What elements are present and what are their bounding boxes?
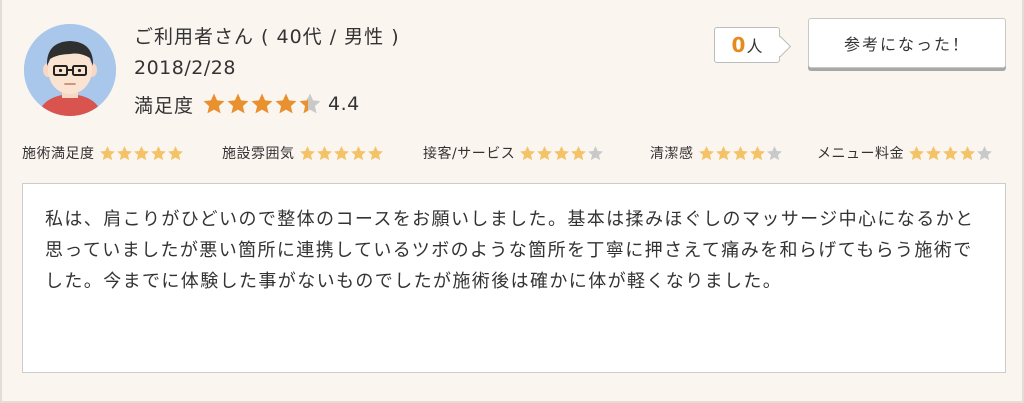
- star-icon: [749, 145, 765, 160]
- star-icon: [367, 145, 383, 160]
- star-icon: [251, 93, 273, 114]
- user-avatar-icon: [24, 24, 116, 116]
- category-star-rating: [519, 145, 604, 162]
- star-icon: [943, 145, 958, 160]
- category-label: メニュー料金: [817, 146, 904, 162]
- star-icon: [99, 145, 115, 160]
- category-label: 清潔感: [650, 146, 694, 162]
- helpful-count-bubble: 0 人: [714, 27, 780, 63]
- star-icon: [571, 145, 587, 160]
- overall-star-rating: [202, 92, 322, 116]
- helpful-count-unit: 人: [746, 37, 763, 56]
- review-comment-box: 私は、肩こりがひどいので整体のコースをお願いしました。基本は揉みほぐしのマッサー…: [22, 183, 1006, 373]
- star-icon: [977, 145, 992, 160]
- satisfaction-label: 満足度: [134, 94, 195, 117]
- star-icon: [167, 145, 183, 160]
- star-icon: [715, 145, 731, 160]
- category-menu-price: メニュー料金: [817, 141, 993, 165]
- category-label: 施術満足度: [22, 146, 95, 162]
- star-icon: [227, 93, 249, 114]
- category-treatment-satisfaction: 施術満足度: [22, 141, 184, 165]
- star-icon: [299, 145, 315, 160]
- category-label: 施設雰囲気: [222, 146, 295, 162]
- star-icon: [116, 145, 132, 160]
- category-star-rating: [908, 145, 993, 162]
- category-ratings: 施術満足度 施設雰囲気 接客/サービス 清潔感 メニュー料金: [22, 141, 1012, 165]
- star-icon: [133, 145, 149, 160]
- star-icon: [299, 93, 321, 114]
- star-icon: [909, 145, 924, 160]
- category-star-rating: [99, 145, 184, 162]
- star-icon: [732, 145, 748, 160]
- star-icon: [333, 145, 349, 160]
- category-cleanliness: 清潔感: [650, 141, 783, 165]
- star-icon: [537, 145, 553, 160]
- category-facility-atmosphere: 施設雰囲気: [222, 141, 384, 165]
- star-icon: [698, 145, 714, 160]
- star-icon: [588, 145, 604, 160]
- reviewer-name: ご利用者さん ( 40代 / 男性 ): [134, 26, 400, 48]
- star-icon: [766, 145, 782, 160]
- star-icon: [554, 145, 570, 160]
- star-icon: [316, 145, 332, 160]
- overall-satisfaction: 満足度 4.4: [134, 91, 360, 117]
- star-icon: [350, 145, 366, 160]
- review-date: 2018/2/28: [134, 57, 236, 79]
- category-star-rating: [698, 145, 783, 162]
- category-customer-service: 接客/サービス: [423, 141, 604, 165]
- category-star-rating: [299, 145, 384, 162]
- satisfaction-score: 4.4: [328, 93, 360, 115]
- star-icon: [150, 145, 166, 160]
- star-icon: [926, 145, 941, 160]
- category-label: 接客/サービス: [423, 146, 516, 162]
- star-icon: [203, 93, 225, 114]
- star-icon: [275, 93, 297, 114]
- star-icon: [520, 145, 536, 160]
- star-icon: [960, 145, 975, 160]
- helpful-button[interactable]: 参考になった！: [808, 18, 1006, 68]
- review-card: ご利用者さん ( 40代 / 男性 ) 2018/2/28 満足度 4.4 0 …: [0, 0, 1024, 403]
- helpful-count-number: 0: [731, 33, 746, 57]
- review-comment-text: 私は、肩こりがひどいので整体のコースをお願いしました。基本は揉みほぐしのマッサー…: [45, 209, 975, 292]
